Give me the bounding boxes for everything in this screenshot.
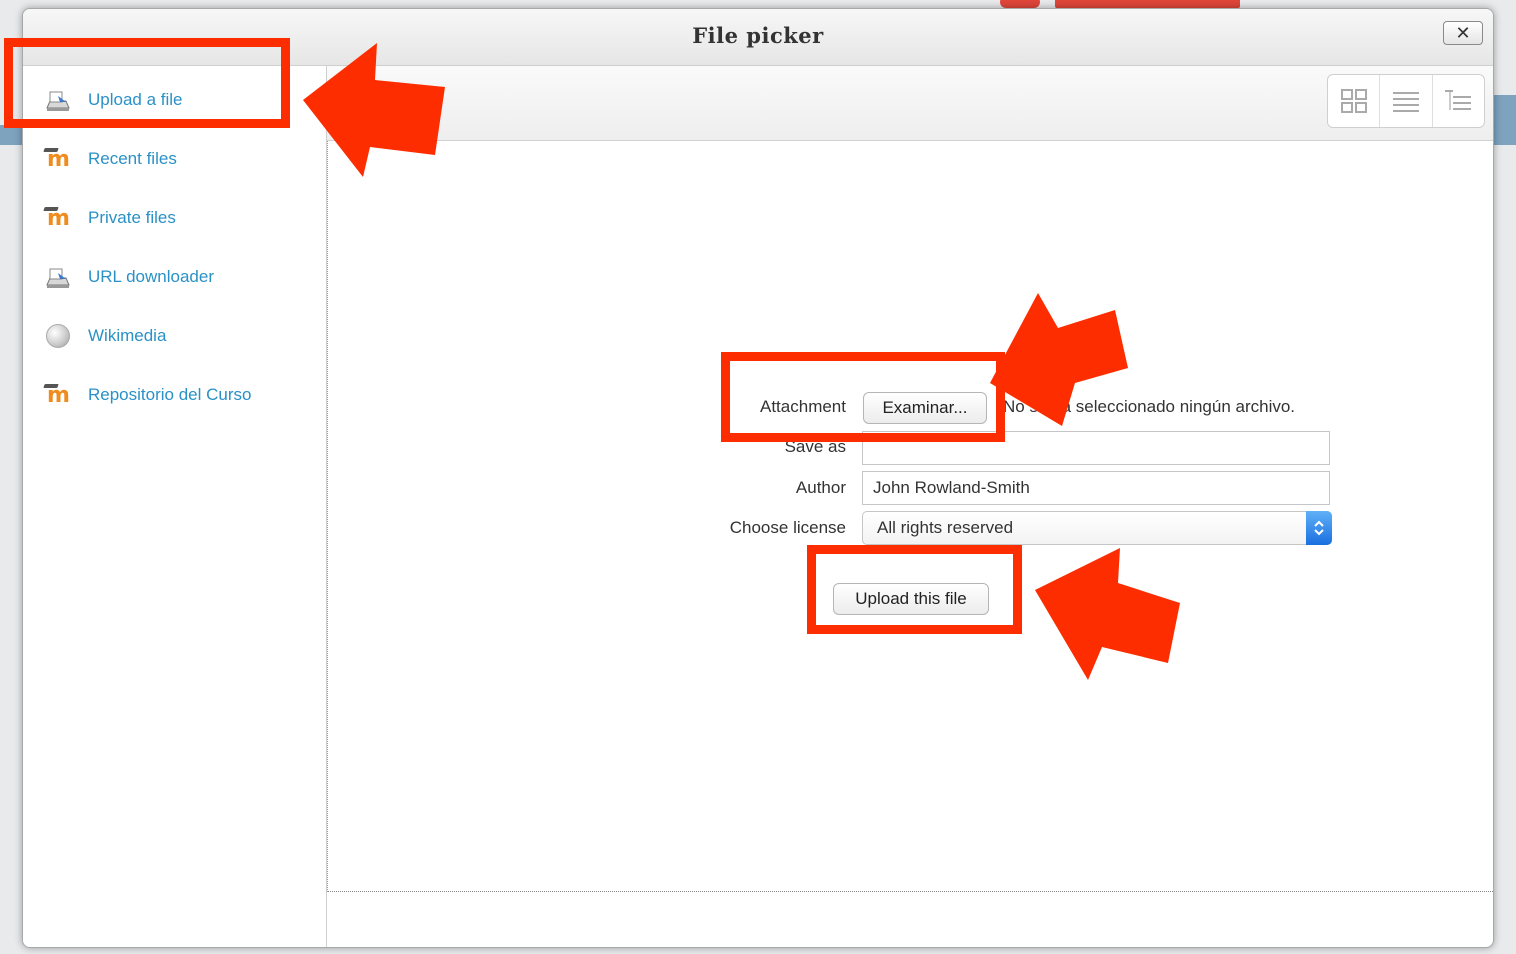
icons-view-icon <box>1340 89 1367 113</box>
background-page-strip <box>1494 95 1516 145</box>
view-mode-switcher <box>1327 74 1485 128</box>
sidebar-item-label: URL downloader <box>88 267 214 286</box>
upload-icon <box>43 88 73 112</box>
sidebar-item-upload-a-file[interactable]: Upload a file <box>43 84 183 116</box>
upload-form-panel: Attachment Examinar... No se ha seleccio… <box>327 141 1493 892</box>
select-arrows-icon <box>1306 511 1332 545</box>
sidebar-item-label: Private files <box>88 208 176 227</box>
sidebar-item-url-downloader[interactable]: URL downloader <box>43 261 214 293</box>
sidebar-item-recent-files[interactable]: m Recent files <box>43 143 177 175</box>
sidebar-item-label: Upload a file <box>88 90 183 109</box>
file-toolbar <box>327 66 1493 141</box>
sidebar-item-repositorio-del-curso[interactable]: m Repositorio del Curso <box>43 379 251 411</box>
tree-view-button[interactable] <box>1433 75 1484 127</box>
sidebar-item-wikimedia[interactable]: Wikimedia <box>43 320 166 352</box>
file-picker-dialog: File picker ✕ Upload a file m Recent fil… <box>22 8 1494 948</box>
moodle-icon: m <box>47 382 70 408</box>
license-select[interactable]: All rights reserved <box>862 511 1332 545</box>
close-icon: ✕ <box>1455 23 1471 43</box>
license-label: Choose license <box>729 518 846 537</box>
sidebar-item-private-files[interactable]: m Private files <box>43 202 176 234</box>
background-page-element <box>1055 0 1240 8</box>
sidebar-item-label: Repositorio del Curso <box>88 385 252 404</box>
moodle-icon: m <box>47 205 70 231</box>
author-label: Author <box>795 478 846 497</box>
save-as-field[interactable] <box>862 431 1330 465</box>
attachment-label: Attachment <box>760 397 846 416</box>
browse-button[interactable]: Examinar... <box>863 392 987 424</box>
sidebar-item-label: Wikimedia <box>88 326 167 345</box>
tree-view-icon <box>1445 90 1472 110</box>
upload-this-file-button[interactable]: Upload this file <box>833 583 989 615</box>
upload-icon <box>43 265 73 289</box>
license-selected-value: All rights reserved <box>877 518 1014 537</box>
list-view-icon <box>1392 92 1419 112</box>
no-file-selected-text: No se ha seleccionado ningún archivo. <box>1003 397 1296 416</box>
background-page-element <box>1000 0 1040 8</box>
dialog-titlebar: File picker ✕ <box>23 9 1493 66</box>
moodle-icon: m <box>47 146 70 172</box>
repository-sidebar: Upload a file m Recent files m Private f… <box>23 66 327 947</box>
close-button[interactable]: ✕ <box>1443 21 1483 45</box>
sidebar-item-label: Recent files <box>88 149 177 168</box>
list-view-button[interactable] <box>1380 75 1433 127</box>
author-field[interactable]: John Rowland-Smith <box>862 471 1330 505</box>
background-page-strip <box>0 125 22 145</box>
wikimedia-globe-icon <box>43 324 73 348</box>
save-as-label: Save as <box>784 437 846 456</box>
dialog-title: File picker <box>692 23 824 48</box>
icons-view-button[interactable] <box>1328 75 1381 127</box>
